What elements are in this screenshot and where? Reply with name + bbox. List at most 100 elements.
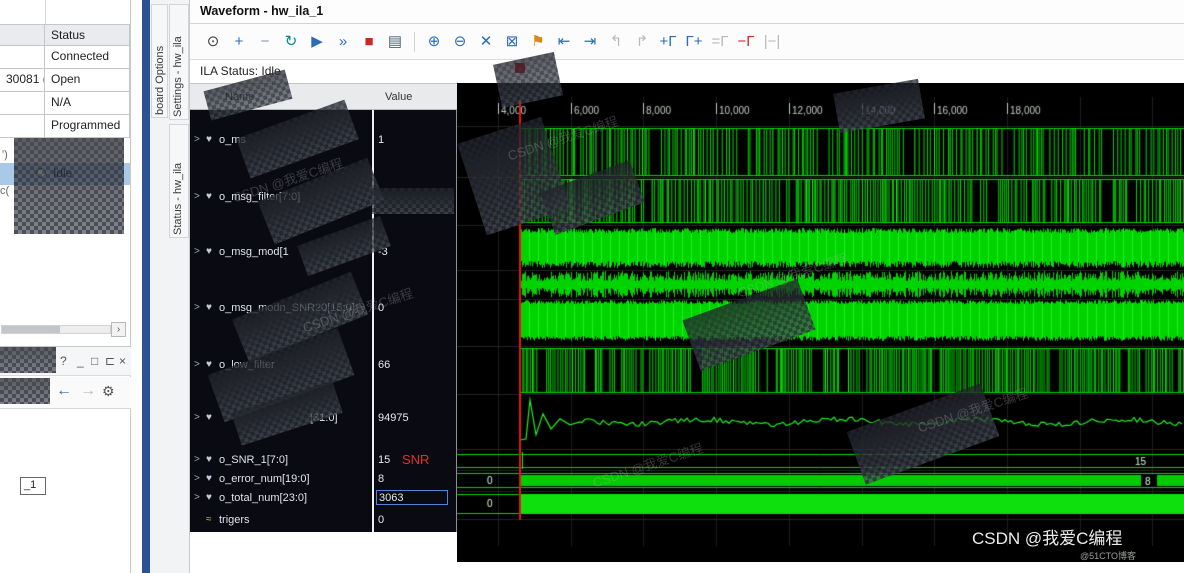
side-tab-label[interactable]: Settings - hw_ila <box>172 36 184 117</box>
value-column-header[interactable]: Value <box>385 91 412 103</box>
vivado-window: StatusConnected30081 (OpenN/AProgrammed … <box>0 0 1184 573</box>
signal-value: 0 <box>378 514 452 526</box>
probe-icon: ♥ <box>206 492 212 503</box>
probe-icon: ♥ <box>206 454 212 465</box>
maximize-icon[interactable]: □ <box>91 354 98 368</box>
zoom-selection-icon[interactable]: ⊠ <box>502 31 522 53</box>
zoom-in-icon[interactable]: ⊕ <box>424 31 444 53</box>
stop-trigger-icon[interactable]: ■ <box>359 31 379 53</box>
table-cell[interactable]: Programmed <box>45 115 130 138</box>
text-fragment: ') <box>2 149 8 161</box>
expand-arrow-icon[interactable]: > <box>194 191 200 202</box>
expand-arrow-icon[interactable]: > <box>194 473 200 484</box>
probe-icon: ♥ <box>206 359 212 370</box>
scroll-right-button[interactable]: › <box>111 322 126 337</box>
toolbar-separator <box>414 32 415 52</box>
probe-icon: ♥ <box>206 246 212 257</box>
zoom-out-icon[interactable]: ⊖ <box>450 31 470 53</box>
expand-arrow-icon[interactable]: > <box>194 246 200 257</box>
table-cell[interactable] <box>0 46 45 69</box>
expand-arrow-icon[interactable]: > <box>194 359 200 370</box>
remove-marker-icon[interactable]: −Γ <box>736 31 756 53</box>
search-icon[interactable]: ⊙ <box>203 31 223 53</box>
watermark-subtext: @51CTO博客 <box>1080 549 1136 562</box>
snr-annotation: SNR <box>402 452 429 467</box>
float-icon[interactable]: ⊏ <box>105 354 115 368</box>
signal-name: o_total_num[23:0] <box>219 492 307 504</box>
close-icon[interactable]: × <box>119 354 126 368</box>
signal-name: o_SNR_1[7:0] <box>219 454 288 466</box>
zoom-fit-icon[interactable]: ✕ <box>476 31 496 53</box>
run-trigger-icon[interactable]: ▶ <box>307 31 327 53</box>
help-icon[interactable]: ? <box>60 354 67 368</box>
side-tab-label[interactable]: board Options <box>154 46 166 115</box>
signal-name: o_error_num[19:0] <box>219 473 310 485</box>
censor-blur-patch <box>14 138 124 234</box>
horizontal-scrollbar[interactable] <box>1 325 111 334</box>
probe-icon: ♥ <box>206 412 212 423</box>
swap-prev-icon[interactable]: ↰ <box>606 31 626 53</box>
table-cell[interactable]: N/A <box>45 92 130 115</box>
text-fragment: c( <box>0 185 9 197</box>
add-marker-icon[interactable]: +Γ <box>658 31 678 53</box>
trigger-probe-icon: ≈ <box>206 514 212 525</box>
text-field[interactable]: _1 <box>20 477 46 495</box>
swap-next-icon[interactable]: ↱ <box>632 31 652 53</box>
forward-arrow-icon[interactable]: → <box>80 382 96 400</box>
minimize-icon[interactable]: _ <box>77 354 84 368</box>
table-header-cell: Status <box>45 24 130 46</box>
goto-trigger-icon[interactable]: ⚑ <box>528 31 548 53</box>
expand-arrow-icon[interactable]: > <box>194 302 200 313</box>
waveform-display[interactable] <box>457 83 1184 562</box>
signal-name: trigers <box>219 514 250 526</box>
table-header-cell <box>0 24 45 46</box>
ila-status-bar: ILA Status: Idle <box>190 60 1184 83</box>
panel-divider-bar[interactable] <box>142 0 150 573</box>
table-cell[interactable]: 30081 ( <box>0 69 45 92</box>
signal-value: 8 <box>378 473 452 485</box>
run-immediate-icon[interactable]: » <box>333 31 353 53</box>
side-tab-label[interactable]: Status - hw_ila <box>172 163 184 235</box>
signal-row[interactable]: > ♥ o_total_num[23:0] 3063 <box>190 490 457 508</box>
expand-arrow-icon[interactable]: > <box>194 492 200 503</box>
censor-blur-patch <box>0 347 56 373</box>
next-transition-icon[interactable]: ⇥ <box>580 31 600 53</box>
gear-icon[interactable]: ⚙ <box>102 383 115 400</box>
span-markers-icon[interactable]: |−| <box>762 31 782 53</box>
censor-blur-patch <box>0 378 50 404</box>
table-gridline <box>45 0 46 24</box>
prev-transition-icon[interactable]: ⇤ <box>554 31 574 53</box>
waveform-title: Waveform - hw_ila_1 <box>200 4 323 18</box>
restart-trigger-icon[interactable]: ↻ <box>281 31 301 53</box>
waveform-toolbar: ⊙ +−↻ ▶ » ■ ▤ ⊕ ⊖ ✕ ⊠ ⚑ ⇤ ⇥ ↰ ↱ +Γ Γ+ =Γ −Γ |−| <box>190 24 1184 60</box>
waveform-titlebar[interactable]: Waveform - hw_ila_1 <box>190 0 1184 24</box>
probe-icon: ♥ <box>206 302 212 313</box>
side-tab-strip: board Options Settings - hw_ila Status - h… <box>150 0 190 573</box>
probe-icon: ♥ <box>206 134 212 145</box>
signal-row[interactable]: ≈ trigers 0 <box>190 511 457 531</box>
signal-value[interactable]: 3063 <box>376 490 448 505</box>
export-data-icon[interactable]: ▤ <box>385 31 405 53</box>
back-arrow-icon[interactable]: ← <box>56 382 72 400</box>
marker-add-icon[interactable]: Γ+ <box>684 31 704 53</box>
link-marker-icon[interactable]: =Γ <box>710 31 730 53</box>
signal-value: 1 <box>378 134 452 146</box>
signal-name: o_msg_mod[1 <box>219 246 289 258</box>
probe-icon: ♥ <box>206 191 212 202</box>
remove-probe-icon[interactable]: − <box>255 31 275 53</box>
signal-value: -3 <box>378 246 452 258</box>
table-cell[interactable] <box>0 92 45 115</box>
hardware-panel: StatusConnected30081 (OpenN/AProgrammed … <box>0 0 131 573</box>
signal-value: 66 <box>378 359 452 371</box>
table-cell[interactable]: Connected <box>45 46 130 69</box>
table-cell[interactable] <box>0 115 45 138</box>
expand-arrow-icon[interactable]: > <box>194 454 200 465</box>
expand-arrow-icon[interactable]: > <box>194 134 200 145</box>
expand-arrow-icon[interactable]: > <box>194 412 200 423</box>
add-probe-icon[interactable]: + <box>229 31 249 53</box>
scrollbar-thumb[interactable] <box>2 326 60 333</box>
table-cell[interactable]: Open <box>45 69 130 92</box>
signal-value: 94975 <box>378 412 452 424</box>
censor-blur-patch <box>372 188 454 214</box>
signal-row[interactable]: >♥o_error_num[19:0]8 <box>190 471 457 489</box>
